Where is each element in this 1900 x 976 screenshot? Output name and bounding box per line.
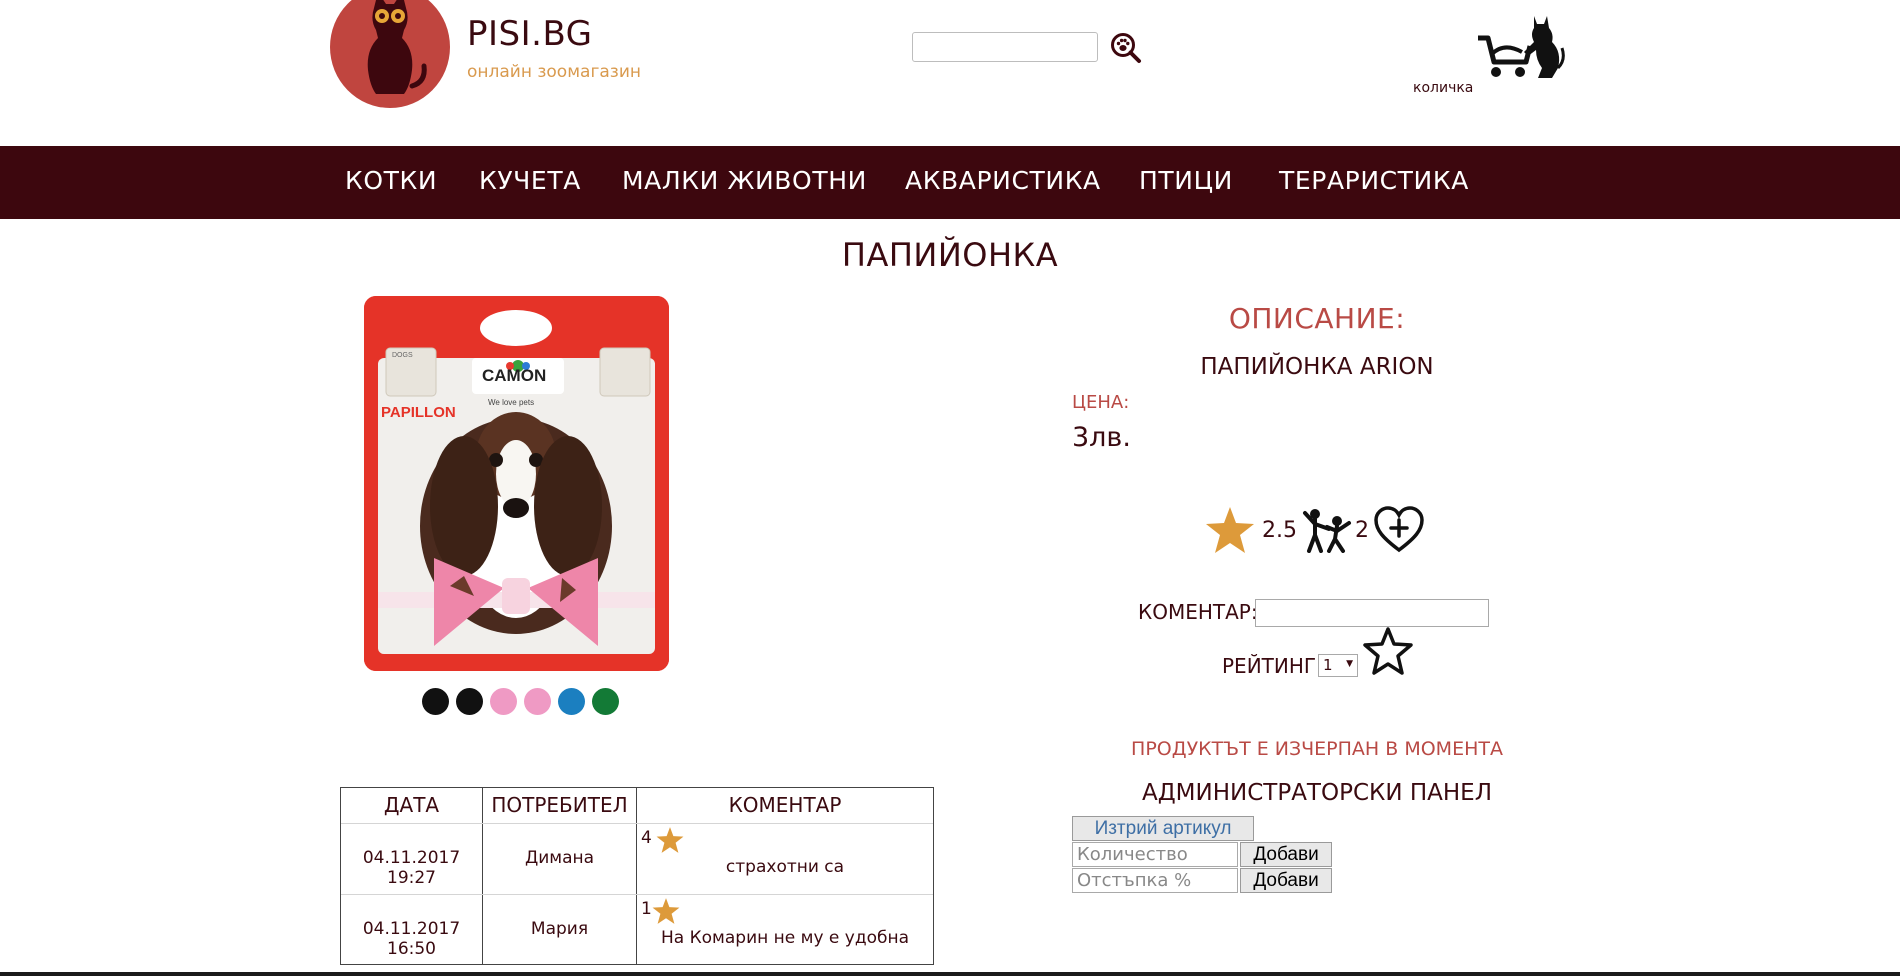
product-brand: CAMON bbox=[482, 366, 547, 385]
table-header-user: ПОТРЕБИТЕЛ bbox=[491, 793, 628, 817]
search-input[interactable] bbox=[912, 32, 1098, 62]
color-swatch[interactable] bbox=[558, 688, 585, 715]
rating-select[interactable]: 1 ▼ bbox=[1318, 654, 1358, 677]
star-icon bbox=[656, 827, 684, 853]
page-bottom-border bbox=[0, 972, 1900, 976]
comment-text: страхотни са bbox=[725, 857, 845, 877]
color-swatch[interactable] bbox=[524, 688, 551, 715]
comment-date: 04.11.2017 19:27 bbox=[362, 848, 461, 888]
add-discount-button[interactable]: Добави bbox=[1240, 868, 1332, 893]
nav-item-aquaristics[interactable]: АКВАРИСТИКА bbox=[905, 166, 1101, 195]
add-quantity-button[interactable]: Добави bbox=[1240, 842, 1332, 867]
raters-people-icon bbox=[1303, 509, 1351, 553]
site-tagline: онлайн зоомагазин bbox=[467, 62, 642, 82]
nav-item-cats[interactable]: КОТКИ bbox=[345, 166, 437, 195]
nav-item-dogs[interactable]: КУЧЕТА bbox=[479, 166, 581, 195]
main-nav: КОТКИ КУЧЕТА МАЛКИ ЖИВОТНИ АКВАРИСТИКА П… bbox=[0, 146, 1900, 219]
comment-user: Мария bbox=[530, 919, 589, 939]
comment-user: Димана bbox=[524, 848, 595, 868]
product-name-on-pack: PAPILLON bbox=[381, 404, 456, 421]
cart-cat-icon[interactable] bbox=[1474, 12, 1566, 82]
site-name[interactable]: PISI.BG bbox=[467, 14, 593, 54]
rating-label: РЕЙТИНГ bbox=[1222, 654, 1317, 678]
average-rating: 2.5 bbox=[1262, 517, 1297, 543]
discount-input[interactable]: Отстъпка % bbox=[1072, 868, 1238, 893]
product-full-name: ПАПИЙОНКА ARION bbox=[1200, 354, 1434, 380]
dropdown-arrow-icon: ▼ bbox=[1346, 659, 1353, 669]
color-options bbox=[422, 688, 619, 715]
admin-panel-heading: АДМИНИСТРАТОРСКИ ПАНЕЛ bbox=[1141, 780, 1493, 806]
nav-item-small-animals[interactable]: МАЛКИ ЖИВОТНИ bbox=[622, 166, 867, 195]
table-header-comment: КОМЕНТАР bbox=[728, 793, 842, 817]
description-heading: ОПИСАНИЕ: bbox=[1228, 302, 1406, 335]
search-button[interactable] bbox=[1110, 32, 1142, 64]
delete-item-button[interactable]: Изтрий артикул bbox=[1072, 816, 1254, 841]
table-header-date: ДАТА bbox=[383, 793, 440, 817]
comment-label: КОМЕНТАР: bbox=[1138, 600, 1258, 624]
price-value: 3лв. bbox=[1072, 422, 1131, 453]
comment-date: 04.11.2017 16:50 bbox=[362, 919, 461, 959]
star-icon bbox=[652, 898, 680, 924]
cart-label[interactable]: количка bbox=[1413, 80, 1473, 96]
comment-text: На Комарин не му е удобна bbox=[660, 928, 910, 948]
color-swatch[interactable] bbox=[592, 688, 619, 715]
rating-select-value: 1 bbox=[1323, 656, 1333, 674]
comment-input[interactable] bbox=[1255, 599, 1489, 627]
color-swatch[interactable] bbox=[490, 688, 517, 715]
product-badge: DOGS bbox=[392, 352, 413, 359]
comments-table: ДАТА ПОТРЕБИТЕЛ КОМЕНТАР 04.11.2017 19:2… bbox=[340, 787, 934, 965]
product-image: CAMON We love pets PAPILLON DOGS bbox=[364, 296, 669, 671]
price-label: ЦЕНА: bbox=[1072, 392, 1130, 413]
nav-item-terraristics[interactable]: ТЕРАРИСТИКА bbox=[1279, 166, 1469, 195]
paw-search-icon bbox=[1111, 33, 1141, 63]
page-title: ПАПИЙОНКА bbox=[841, 236, 1059, 274]
color-swatch[interactable] bbox=[422, 688, 449, 715]
quantity-input[interactable]: Количество bbox=[1072, 842, 1238, 867]
stock-status: ПРОДУКТЪТ Е ИЗЧЕРПАН В МОМЕНТА bbox=[1131, 738, 1503, 760]
rating-summary: 2.5 2 bbox=[1204, 505, 1425, 555]
cat-logo-icon bbox=[367, 0, 427, 94]
nav-item-birds[interactable]: ПТИЦИ bbox=[1139, 166, 1233, 195]
color-swatch[interactable] bbox=[456, 688, 483, 715]
submit-rating-star-icon[interactable] bbox=[1362, 626, 1414, 676]
site-logo[interactable] bbox=[330, 0, 450, 108]
heart-plus-icon[interactable] bbox=[1373, 506, 1425, 554]
comment-rating: 4 bbox=[641, 828, 652, 848]
star-icon bbox=[1206, 507, 1254, 553]
product-slogan: We love pets bbox=[488, 398, 535, 407]
raters-count: 2 bbox=[1355, 517, 1369, 543]
